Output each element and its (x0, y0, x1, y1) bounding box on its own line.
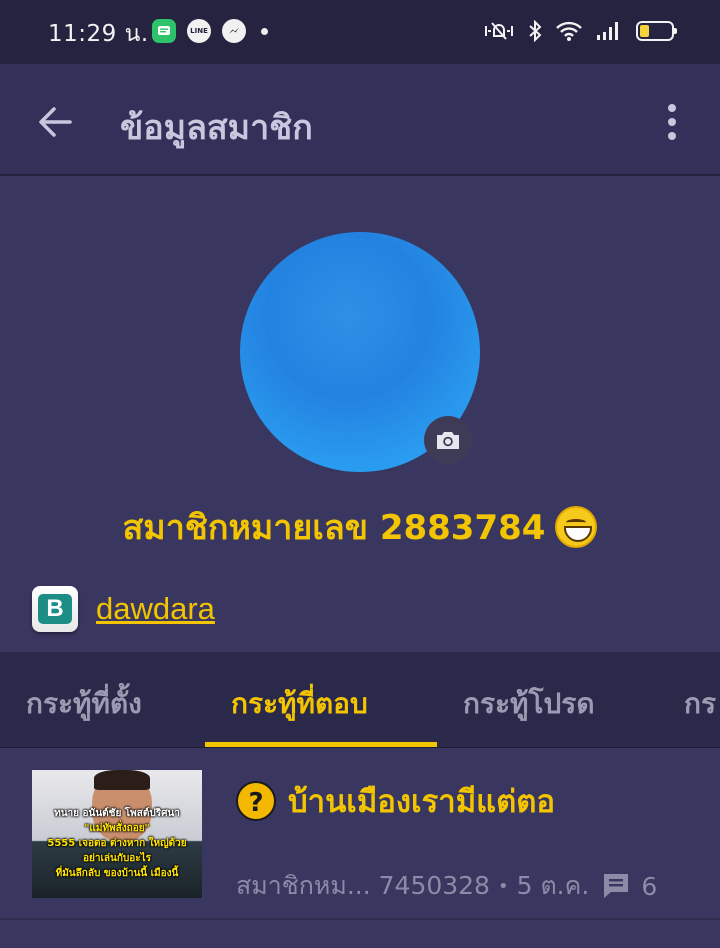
tab-created-topics[interactable]: กระทู้ที่ตั้ง (26, 682, 142, 726)
bluetooth-icon (528, 19, 542, 43)
app-bar: ข้อมูลสมาชิก (0, 64, 720, 176)
mute-icon (484, 19, 514, 43)
meta-separator: • (497, 875, 509, 897)
battery-level (640, 25, 649, 37)
member-number: สมาชิกหมายเลข 2883784 (122, 508, 546, 548)
tab-favorite-topics[interactable]: กระทู้โปรด (463, 682, 595, 726)
grinning-face-icon (555, 506, 598, 548)
member-number-row: สมาชิกหมายเลข 2883784 (0, 500, 720, 554)
topic-date: 5 ต.ค. (516, 871, 590, 900)
question-icon: ? (236, 781, 276, 821)
status-app-icons: LINE (152, 19, 268, 43)
battery-icon (636, 21, 677, 41)
topic-title[interactable]: บ้านเมืองเรามีแต่ตอ (288, 776, 555, 826)
arrow-left-icon[interactable] (36, 102, 76, 142)
camera-icon[interactable] (424, 416, 472, 464)
badge-letter: B (38, 594, 72, 624)
more-vertical-icon[interactable] (660, 102, 684, 142)
messenger-icon (222, 19, 246, 43)
active-tab-indicator (205, 742, 437, 747)
notification-dot (261, 27, 268, 35)
list-item[interactable]: ทนาย อนันต์ชัย โพสต์ปริศนา "แม่ทัพสั่งถอ… (0, 748, 720, 920)
comment-icon (604, 874, 629, 898)
comment-count: 6 (641, 871, 658, 901)
tab-overflow[interactable]: กร (684, 682, 716, 726)
messages-icon (152, 19, 176, 43)
status-time: 11:29 น. (48, 21, 149, 47)
wifi-icon (556, 19, 582, 43)
b-badge-icon: B (32, 586, 78, 632)
profile-tabs: กระทู้ที่ตั้ง กระทู้ที่ตอบ กระทู้โปรด กร (0, 652, 720, 748)
topic-author[interactable]: สมาชิกหม... 7450328 (236, 866, 490, 906)
topic-title-row: ? บ้านเมืองเรามีแต่ตอ (236, 776, 555, 826)
signal-icon (596, 19, 622, 43)
username-link[interactable]: dawdara (96, 591, 215, 627)
username-row: B dawdara (32, 586, 215, 632)
topic-meta: สมาชิกหม... 7450328 • 5 ต.ค. 6 (236, 866, 657, 906)
status-bar: 11:29 น. LINE (0, 0, 720, 64)
thumbnail-caption: ทนาย อนันต์ชัย โพสต์ปริศนา "แม่ทัพสั่งถอ… (47, 808, 187, 879)
topic-thumbnail: ทนาย อนันต์ชัย โพสต์ปริศนา "แม่ทัพสั่งถอ… (32, 770, 202, 898)
tab-replied-topics[interactable]: กระทู้ที่ตอบ (231, 682, 368, 726)
page-title: ข้อมูลสมาชิก (120, 108, 313, 148)
next-list-item-peek (0, 920, 720, 948)
system-icons (484, 19, 677, 43)
line-icon: LINE (187, 19, 211, 43)
